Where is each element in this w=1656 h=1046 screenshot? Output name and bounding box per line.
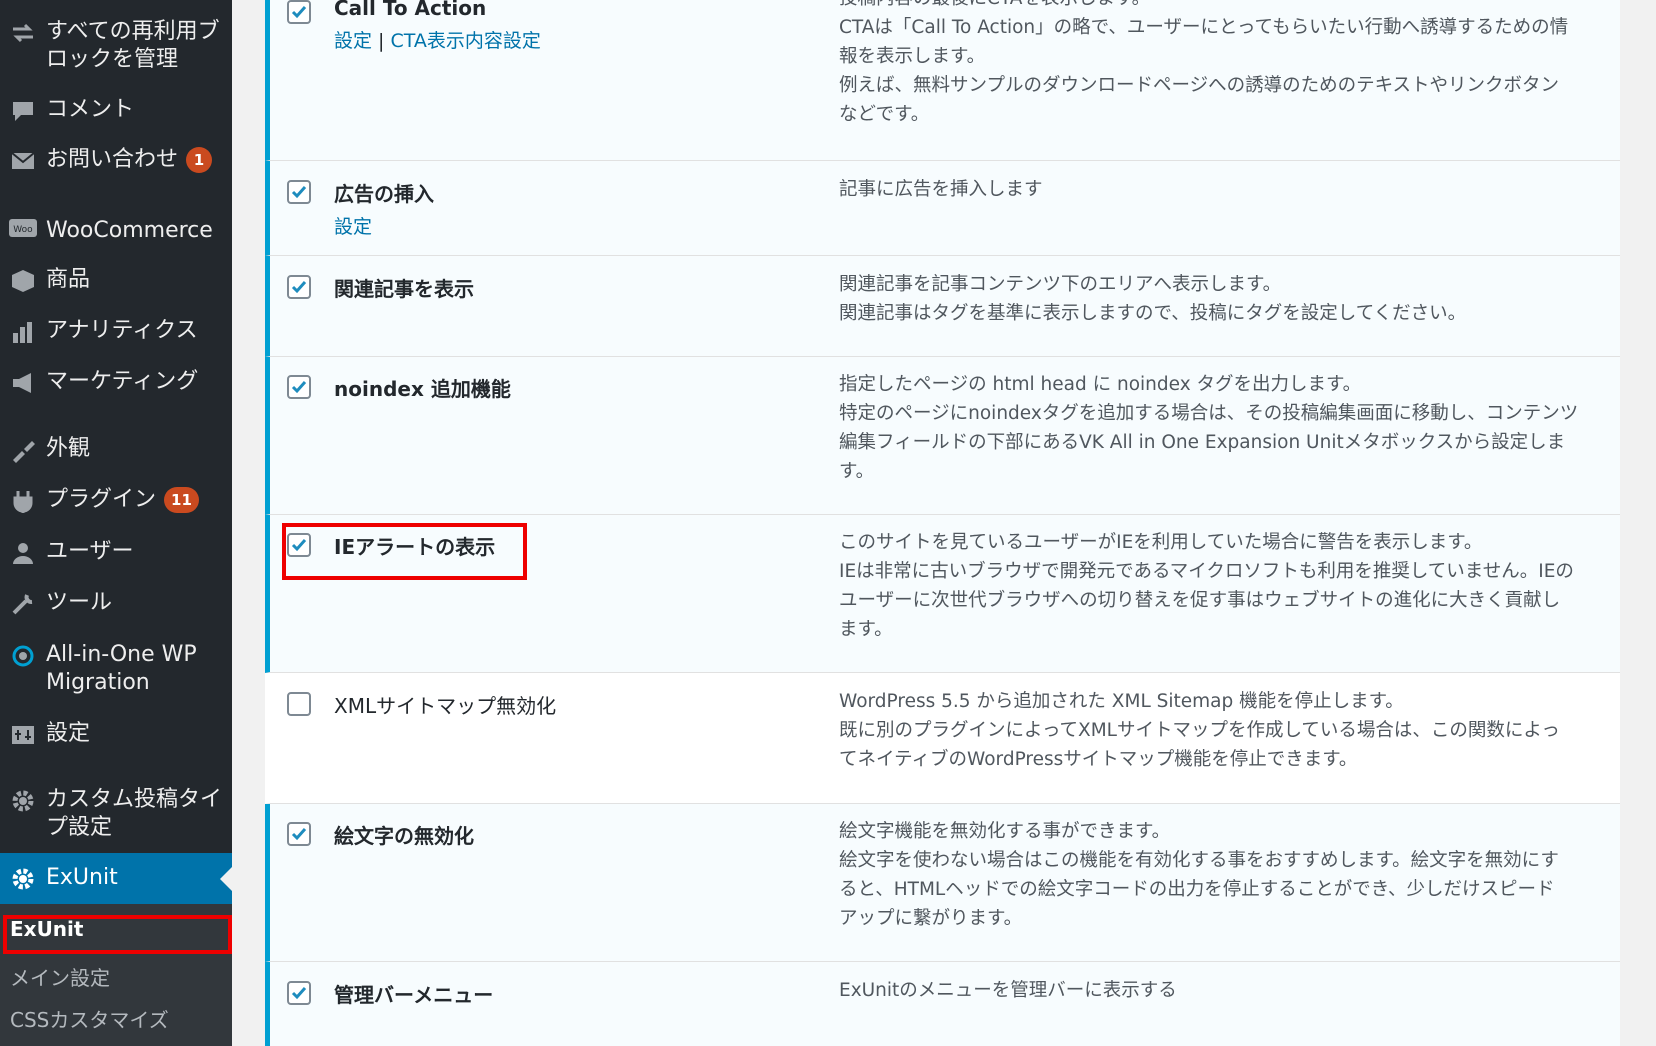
content-gutter [232, 0, 265, 1046]
menu-label: お問い合わせ [46, 147, 179, 172]
feature-checkbox[interactable] [287, 981, 311, 1005]
highlight-box [282, 523, 527, 580]
feature-description: ExUnitのメニューを管理バーに表示する [839, 980, 1177, 1001]
menu-label: アナリティクス [46, 318, 198, 343]
users-icon [0, 538, 46, 566]
checkmark-icon [291, 828, 307, 841]
marketing-icon [0, 368, 46, 396]
feature-title: 管理バーメニュー [334, 983, 494, 1007]
feature-checkbox[interactable] [287, 180, 311, 204]
settings-icon [0, 720, 46, 748]
submenu-main-settings[interactable]: メイン設定 [10, 962, 110, 991]
menu-appearance[interactable]: 外観 [0, 435, 232, 463]
table-row: 関連記事を表示 関連記事を記事コンテンツ下のエリアへ表示します。 関連記事はタグ… [265, 256, 1620, 357]
menu-settings[interactable]: 設定 [0, 720, 232, 748]
menu-plugins[interactable]: プラグイン 11 [0, 486, 232, 514]
feature-title: Call To Action [334, 0, 487, 20]
reusable-blocks-icon [0, 18, 46, 46]
table-row: 広告の挿入 設定 記事に広告を挿入します [265, 161, 1620, 256]
table-row: IEアラートの表示 このサイトを見ているユーザーがIEを利用していた場合に警告を… [265, 515, 1620, 673]
feature-description: このサイトを見ているユーザーがIEを利用していた場合に警告を表示します。 IEは… [839, 532, 1574, 640]
feature-description: 関連記事を記事コンテンツ下のエリアへ表示します。 関連記事はタグを基準に表示しま… [839, 274, 1467, 324]
comment-icon [0, 96, 46, 124]
current-menu-arrow [220, 867, 232, 891]
feature-title: noindex 追加機能 [334, 377, 511, 401]
menu-products[interactable]: 商品 [0, 266, 232, 294]
feature-title: 絵文字の無効化 [334, 824, 474, 848]
feature-links: 設定 [334, 212, 372, 239]
menu-tools[interactable]: ツール [0, 589, 232, 617]
notification-badge: 11 [164, 487, 199, 513]
feature-checkbox[interactable] [287, 375, 311, 399]
menu-comments[interactable]: コメント [0, 96, 232, 124]
menu-label: ツール [46, 590, 113, 615]
menu-exunit[interactable]: ExUnit [0, 853, 232, 904]
menu-woocommerce[interactable]: Woo WooCommerce [0, 217, 232, 245]
menu-label: すべての再利用ブロックを管理 [46, 19, 220, 72]
feature-checkbox[interactable] [287, 822, 311, 846]
woocommerce-icon: Woo [0, 217, 46, 241]
table-row: noindex 追加機能 指定したページの html head に noinde… [265, 357, 1620, 515]
feature-description: 指定したページの html head に noindex タグを出力します。 特… [839, 374, 1579, 482]
menu-label: WooCommerce [46, 218, 213, 243]
migration-icon [0, 641, 46, 669]
settings-link[interactable]: 設定 [334, 30, 372, 52]
tools-icon [0, 589, 46, 617]
menu-label: プラグイン [46, 487, 157, 512]
feature-checkbox[interactable] [287, 0, 311, 24]
menu-label: ユーザー [46, 539, 134, 564]
submenu-css-customize[interactable]: CSSカスタマイズ [10, 1004, 169, 1033]
menu-label: ExUnit [46, 865, 118, 890]
svg-text:Woo: Woo [13, 225, 33, 235]
plugins-icon [0, 486, 46, 514]
menu-analytics[interactable]: アナリティクス [0, 317, 232, 345]
gear-icon [0, 864, 46, 892]
table-row: Call To Action 設定 | CTA表示内容設定 投稿内容の最後にCT… [265, 0, 1620, 161]
feature-description: 絵文字機能を無効化する事ができます。 絵文字を使わない場合はこの機能を有効化する… [839, 821, 1559, 929]
feature-title: XMLサイトマップ無効化 [334, 694, 557, 718]
menu-contact[interactable]: お問い合わせ 1 [0, 146, 232, 174]
exunit-submenu: ExUnit メイン設定 CSSカスタマイズ [0, 904, 232, 1046]
admin-sidebar: すべての再利用ブロックを管理 コメント お問い合わせ 1 Woo WooComme… [0, 0, 232, 1046]
menu-label: コメント [46, 97, 135, 122]
highlight-box [3, 915, 232, 954]
checkmark-icon [291, 987, 307, 1000]
checkmark-icon [291, 281, 307, 294]
settings-link[interactable]: 設定 [334, 216, 372, 238]
feature-title: 広告の挿入 [334, 182, 434, 206]
analytics-icon [0, 317, 46, 345]
feature-table: Call To Action 設定 | CTA表示内容設定 投稿内容の最後にCT… [265, 0, 1620, 1046]
menu-marketing[interactable]: マーケティング [0, 368, 232, 396]
menu-custom-post-type[interactable]: カスタム投稿タイプ設定 [0, 786, 232, 842]
checkmark-icon [291, 186, 307, 199]
content-right-gutter [1620, 0, 1656, 1046]
table-row: 絵文字の無効化 絵文字機能を無効化する事ができます。 絵文字を使わない場合はこの… [265, 804, 1620, 962]
feature-links: 設定 | CTA表示内容設定 [334, 30, 541, 52]
menu-label: 商品 [46, 267, 91, 292]
appearance-icon [0, 435, 46, 463]
checkmark-icon [291, 6, 307, 19]
feature-description: WordPress 5.5 から追加された XML Sitemap 機能を停止し… [839, 691, 1560, 770]
feature-checkbox[interactable] [287, 275, 311, 299]
menu-label: 設定 [46, 721, 91, 746]
checkmark-icon [291, 381, 307, 394]
menu-label: 外観 [46, 436, 91, 461]
products-icon [0, 266, 46, 294]
menu-users[interactable]: ユーザー [0, 538, 232, 566]
menu-migration[interactable]: All-in-One WP Migration [0, 641, 232, 697]
menu-label: カスタム投稿タイプ設定 [46, 787, 223, 840]
notification-badge: 1 [186, 147, 213, 173]
feature-checkbox[interactable] [287, 692, 311, 716]
table-row: XMLサイトマップ無効化 WordPress 5.5 から追加された XML S… [265, 673, 1620, 804]
menu-label: マーケティング [46, 369, 199, 394]
feature-title: 関連記事を表示 [334, 277, 474, 301]
table-row: 管理バーメニュー ExUnitのメニューを管理バーに表示する [265, 962, 1620, 1046]
gear-icon [0, 786, 46, 814]
mail-icon [0, 146, 46, 174]
feature-description: 記事に広告を挿入します [839, 179, 1043, 200]
menu-label: All-in-One WP Migration [46, 642, 197, 695]
feature-description: 投稿内容の最後にCTAを表示します。 CTAは「Call To Action」の… [839, 0, 1569, 125]
cta-settings-link[interactable]: CTA表示内容設定 [391, 30, 541, 52]
menu-reusable-blocks[interactable]: すべての再利用ブロックを管理 [0, 18, 232, 74]
